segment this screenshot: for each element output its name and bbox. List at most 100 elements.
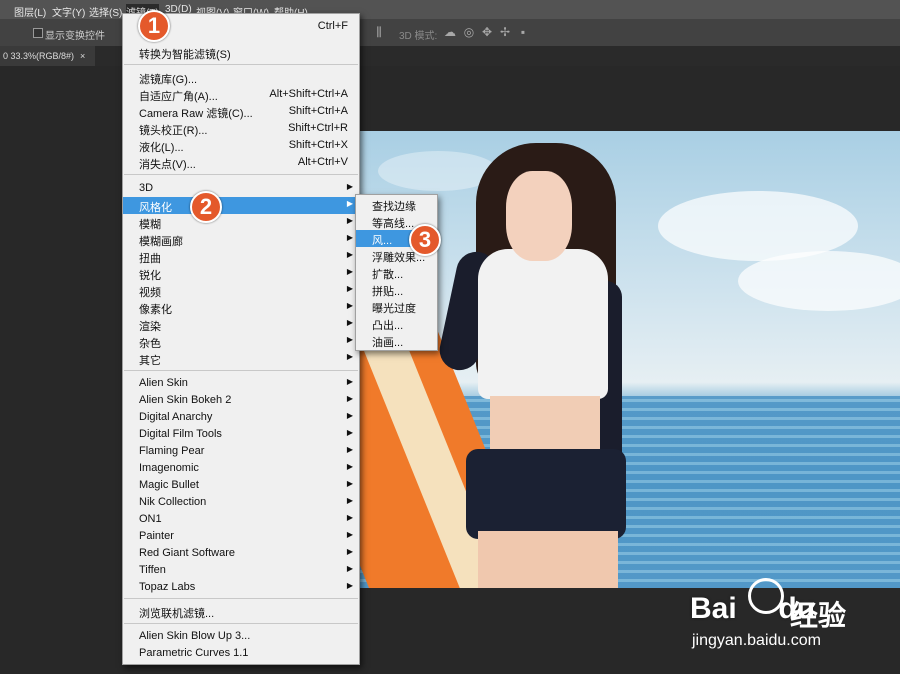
menu-item-label: 液化(L)... bbox=[139, 142, 184, 154]
document-image bbox=[358, 131, 900, 588]
submenu-item-label: 等高线... bbox=[372, 218, 415, 230]
menu-item-blow-up[interactable]: Alien Skin Blow Up 3... bbox=[123, 628, 359, 645]
menu-item-magic-bullet[interactable]: Magic Bullet ▶ bbox=[123, 477, 359, 494]
submenu-arrow-icon: ▶ bbox=[346, 428, 353, 437]
menu-item-label: 锐化 bbox=[139, 270, 161, 282]
submenu-arrow-icon: ▶ bbox=[346, 496, 353, 505]
menu-item-label: 模糊画廊 bbox=[139, 236, 183, 248]
menu-item-topaz-labs[interactable]: Topaz Labs ▶ bbox=[123, 579, 359, 596]
submenu-item-tiles[interactable]: 拼贴... bbox=[356, 281, 437, 298]
menu-layer[interactable]: 图层(L) bbox=[14, 4, 46, 19]
menu-item-label: Digital Anarchy bbox=[139, 411, 213, 423]
submenu-arrow-icon: ▶ bbox=[346, 318, 353, 327]
submenu-arrow-icon: ▶ bbox=[346, 530, 353, 539]
menu-item-blur-gallery[interactable]: 模糊画廊 ▶ bbox=[123, 231, 359, 248]
submenu-arrow-icon: ▶ bbox=[346, 394, 353, 403]
menu-item-label: Tiffen bbox=[139, 564, 166, 576]
menu-item-blur[interactable]: 模糊 ▶ bbox=[123, 214, 359, 231]
menu-item-label: 转换为智能滤镜(S) bbox=[139, 49, 231, 61]
menu-separator bbox=[124, 370, 358, 371]
menu-separator bbox=[124, 623, 358, 624]
menu-item-red-giant[interactable]: Red Giant Software ▶ bbox=[123, 545, 359, 562]
submenu-arrow-icon: ▶ bbox=[346, 445, 353, 454]
submenu-arrow-icon: ▶ bbox=[346, 199, 353, 208]
slide-3d-icon[interactable]: ✢ bbox=[498, 25, 512, 39]
submenu-item-diffuse[interactable]: 扩散... bbox=[356, 264, 437, 281]
drag-3d-icon[interactable]: ✥ bbox=[480, 25, 494, 39]
menu-item-flaming-pear[interactable]: Flaming Pear ▶ bbox=[123, 443, 359, 460]
menu-item-label: 3D bbox=[139, 182, 154, 194]
menu-item-liquify[interactable]: 液化(L)... Shift+Ctrl+X bbox=[123, 137, 359, 154]
submenu-item-oil-paint[interactable]: 油画... bbox=[356, 332, 437, 349]
menu-item-other[interactable]: 其它 ▶ bbox=[123, 350, 359, 367]
scale-3d-icon[interactable]: ▪ bbox=[516, 25, 530, 39]
menu-item-label: Painter bbox=[139, 530, 174, 542]
menu-item-painter[interactable]: Painter ▶ bbox=[123, 528, 359, 545]
document-tab-label: 0 33.3%(RGB/8#) bbox=[3, 51, 75, 61]
submenu-item-label: 凸出... bbox=[372, 320, 404, 332]
menu-item-label: 消失点(V)... bbox=[139, 159, 196, 171]
menu-item-shortcut: Shift+Ctrl+X bbox=[288, 139, 348, 151]
submenu-item-label: 曝光过度 bbox=[372, 303, 416, 315]
menu-item-digital-anarchy[interactable]: Digital Anarchy ▶ bbox=[123, 409, 359, 426]
menu-item-shortcut: Ctrl+F bbox=[317, 20, 348, 32]
menu-item-noise[interactable]: 杂色 ▶ bbox=[123, 333, 359, 350]
menu-item-label: 像素化 bbox=[139, 304, 172, 316]
menu-item-parametric-curves[interactable]: Parametric Curves 1.1 bbox=[123, 645, 359, 662]
menu-item-nik-collection[interactable]: Nik Collection ▶ bbox=[123, 494, 359, 511]
menu-item-label: 杂色 bbox=[139, 338, 161, 350]
menu-item-alien-skin-bokeh[interactable]: Alien Skin Bokeh 2 ▶ bbox=[123, 392, 359, 409]
menu-item-video[interactable]: 视频 ▶ bbox=[123, 282, 359, 299]
submenu-arrow-icon: ▶ bbox=[346, 216, 353, 225]
filter-menu: Ctrl+F 转换为智能滤镜(S) 滤镜库(G)... 自适应广角(A)... … bbox=[122, 13, 360, 665]
menu-separator bbox=[124, 64, 358, 65]
menu-item-label: 视频 bbox=[139, 287, 161, 299]
menu-item-label: Red Giant Software bbox=[139, 547, 235, 559]
menu-item-stylize[interactable]: 风格化 ▶ bbox=[123, 197, 359, 214]
menu-item-3d[interactable]: 3D ▶ bbox=[123, 180, 359, 197]
roll-3d-icon[interactable]: ◎ bbox=[462, 25, 476, 39]
menu-item-label: 滤镜库(G)... bbox=[139, 74, 198, 86]
menu-item-lens-correction[interactable]: 镜头校正(R)... Shift+Ctrl+R bbox=[123, 120, 359, 137]
submenu-item-solarize[interactable]: 曝光过度 bbox=[356, 298, 437, 315]
rotate-3d-icon[interactable]: ☁ bbox=[443, 25, 457, 39]
close-icon[interactable]: × bbox=[80, 46, 85, 66]
menu-separator bbox=[124, 598, 358, 599]
menu-select[interactable]: 选择(S) bbox=[89, 4, 122, 19]
submenu-arrow-icon: ▶ bbox=[346, 182, 353, 191]
menu-item-vanishing-point[interactable]: 消失点(V)... Alt+Ctrl+V bbox=[123, 154, 359, 171]
menu-item-distort[interactable]: 扭曲 ▶ bbox=[123, 248, 359, 265]
menu-item-label: Alien Skin Blow Up 3... bbox=[139, 630, 251, 642]
menu-item-camera-raw[interactable]: Camera Raw 滤镜(C)... Shift+Ctrl+A bbox=[123, 103, 359, 120]
menu-item-alien-skin[interactable]: Alien Skin ▶ bbox=[123, 375, 359, 392]
align-icon[interactable]: ⫼ bbox=[372, 25, 386, 39]
menu-separator bbox=[124, 174, 358, 175]
submenu-item-label: 风... bbox=[372, 235, 393, 247]
paw-icon bbox=[748, 578, 784, 614]
menu-item-tiffen[interactable]: Tiffen ▶ bbox=[123, 562, 359, 579]
menu-item-sharpen[interactable]: 锐化 ▶ bbox=[123, 265, 359, 282]
menu-item-convert-smart-filter[interactable]: 转换为智能滤镜(S) bbox=[123, 44, 359, 61]
submenu-arrow-icon: ▶ bbox=[346, 411, 353, 420]
menu-item-pixelate[interactable]: 像素化 ▶ bbox=[123, 299, 359, 316]
menu-item-imagenomic[interactable]: Imagenomic ▶ bbox=[123, 460, 359, 477]
menu-item-browse-online[interactable]: 浏览联机滤镜... bbox=[123, 603, 359, 620]
3d-mode-label: 3D 模式: bbox=[399, 31, 438, 42]
step-badge-1: 1 bbox=[138, 10, 170, 42]
submenu-item-extrude[interactable]: 凸出... bbox=[356, 315, 437, 332]
menu-item-adaptive-wide-angle[interactable]: 自适应广角(A)... Alt+Shift+Ctrl+A bbox=[123, 86, 359, 103]
menu-item-digital-film-tools[interactable]: Digital Film Tools ▶ bbox=[123, 426, 359, 443]
submenu-arrow-icon: ▶ bbox=[346, 335, 353, 344]
document-tab[interactable]: 0 33.3%(RGB/8#) × bbox=[0, 46, 95, 66]
submenu-item-find-edges[interactable]: 查找边缘 bbox=[356, 196, 437, 213]
submenu-arrow-icon: ▶ bbox=[346, 547, 353, 556]
menu-item-label: Camera Raw 滤镜(C)... bbox=[139, 108, 253, 120]
menu-item-label: Imagenomic bbox=[139, 462, 199, 474]
show-transform-checkbox[interactable] bbox=[33, 28, 43, 38]
menu-item-filter-gallery[interactable]: 滤镜库(G)... bbox=[123, 69, 359, 86]
submenu-arrow-icon: ▶ bbox=[346, 267, 353, 276]
menu-type[interactable]: 文字(Y) bbox=[52, 4, 85, 19]
menu-item-render[interactable]: 渲染 ▶ bbox=[123, 316, 359, 333]
menu-item-on1[interactable]: ON1 ▶ bbox=[123, 511, 359, 528]
menu-item-shortcut: Alt+Ctrl+V bbox=[297, 156, 348, 168]
